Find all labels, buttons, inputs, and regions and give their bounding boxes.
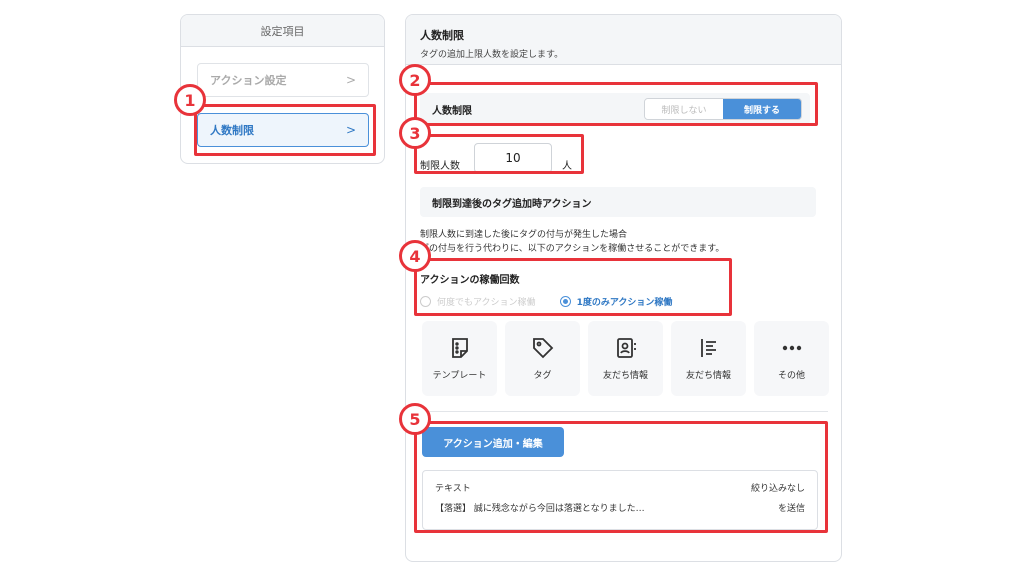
- annotation-badge-4: 4: [399, 240, 431, 272]
- limit-count-unit: 人: [562, 161, 572, 172]
- section-title: 制限到達後のタグ追加時アクション: [420, 187, 816, 217]
- radio-once[interactable]: [559, 296, 571, 307]
- tile-tag[interactable]: タグ: [505, 321, 580, 396]
- headcount-limit-panel: 人数制限 タグの追加上限人数を設定します。 人数制限 制限しない 制限する 制限…: [405, 14, 842, 562]
- action-filter: 絞り込みなし: [750, 484, 805, 494]
- tile-label: テンプレート: [432, 371, 487, 381]
- tile-friend-info-card[interactable]: 友だち情報: [588, 321, 663, 396]
- run-count-title: アクションの稼働回数: [420, 275, 520, 286]
- card-row-content: 【落選】 誠に残念ながら今回は落選となりました… を送信: [435, 499, 805, 519]
- tile-label: タグ: [533, 371, 552, 381]
- description-line-2: グの付与を行う代わりに、以下のアクションを稼働させることができます。: [420, 244, 725, 254]
- settings-sidebar: 設定項目 アクション設定 > 人数制限 >: [180, 14, 385, 164]
- panel-title: 人数制限: [420, 29, 464, 42]
- limit-count-input[interactable]: 10: [474, 143, 552, 173]
- toggle-limit[interactable]: 制限する: [723, 99, 801, 119]
- toggle-no-limit[interactable]: 制限しない: [645, 99, 723, 119]
- sidebar-item-label: アクション設定: [210, 74, 287, 87]
- action-type: テキスト: [435, 484, 471, 494]
- limit-toggle: 制限しない 制限する: [644, 98, 802, 120]
- action-tiles: テンプレート タグ 友だち情報 友だち情報 その他: [422, 321, 829, 396]
- radio-any-times-label[interactable]: 何度でもアクション稼働: [437, 295, 536, 308]
- run-count-options: 何度でもアクション稼働 1度のみアクション稼働: [420, 295, 672, 308]
- divider: [420, 411, 828, 412]
- more-icon: [782, 345, 801, 351]
- limit-toggle-row: 人数制限 制限しない 制限する: [420, 93, 810, 125]
- tile-label: 友だち情報: [685, 371, 731, 381]
- template-icon: [451, 338, 468, 358]
- sidebar-item-action-settings[interactable]: アクション設定 >: [197, 63, 369, 97]
- card-row-header: テキスト 絞り込みなし: [435, 479, 805, 499]
- tile-template[interactable]: テンプレート: [422, 321, 497, 396]
- tile-label: その他: [777, 371, 805, 381]
- panel-header: 人数制限 タグの追加上限人数を設定します。: [406, 15, 841, 65]
- contact-card-icon: [616, 338, 636, 358]
- annotation-badge-1: 1: [174, 84, 206, 116]
- list-icon: [700, 339, 716, 357]
- limit-label: 人数制限: [432, 105, 472, 117]
- panel-subtitle: タグの追加上限人数を設定します。: [420, 50, 564, 60]
- action-content: 【落選】 誠に残念ながら今回は落選となりました…: [435, 504, 645, 514]
- sidebar-item-headcount-limit[interactable]: 人数制限 >: [197, 113, 369, 147]
- annotation-badge-5: 5: [399, 403, 431, 435]
- tile-friend-info-list[interactable]: 友だち情報: [671, 321, 746, 396]
- chevron-right-icon: >: [345, 123, 356, 137]
- radio-any-times[interactable]: [420, 296, 431, 307]
- chevron-right-icon: >: [345, 73, 356, 87]
- tile-other[interactable]: その他: [754, 321, 829, 396]
- tag-icon: [532, 338, 553, 359]
- action-card[interactable]: テキスト 絞り込みなし 【落選】 誠に残念ながら今回は落選となりました… を送信: [422, 470, 818, 530]
- radio-once-label[interactable]: 1度のみアクション稼働: [577, 295, 673, 308]
- tile-label: 友だち情報: [602, 371, 648, 381]
- annotation-badge-2: 2: [399, 64, 431, 96]
- sidebar-item-label: 人数制限: [210, 124, 254, 137]
- limit-count-label: 制限人数: [420, 161, 460, 172]
- add-edit-action-button[interactable]: アクション追加・編集: [422, 427, 564, 457]
- sidebar-header: 設定項目: [181, 15, 384, 47]
- annotation-badge-3: 3: [399, 117, 431, 149]
- action-verb: を送信: [777, 504, 805, 514]
- description-line-1: 制限人数に到達した後にタグの付与が発生した場合: [420, 230, 628, 240]
